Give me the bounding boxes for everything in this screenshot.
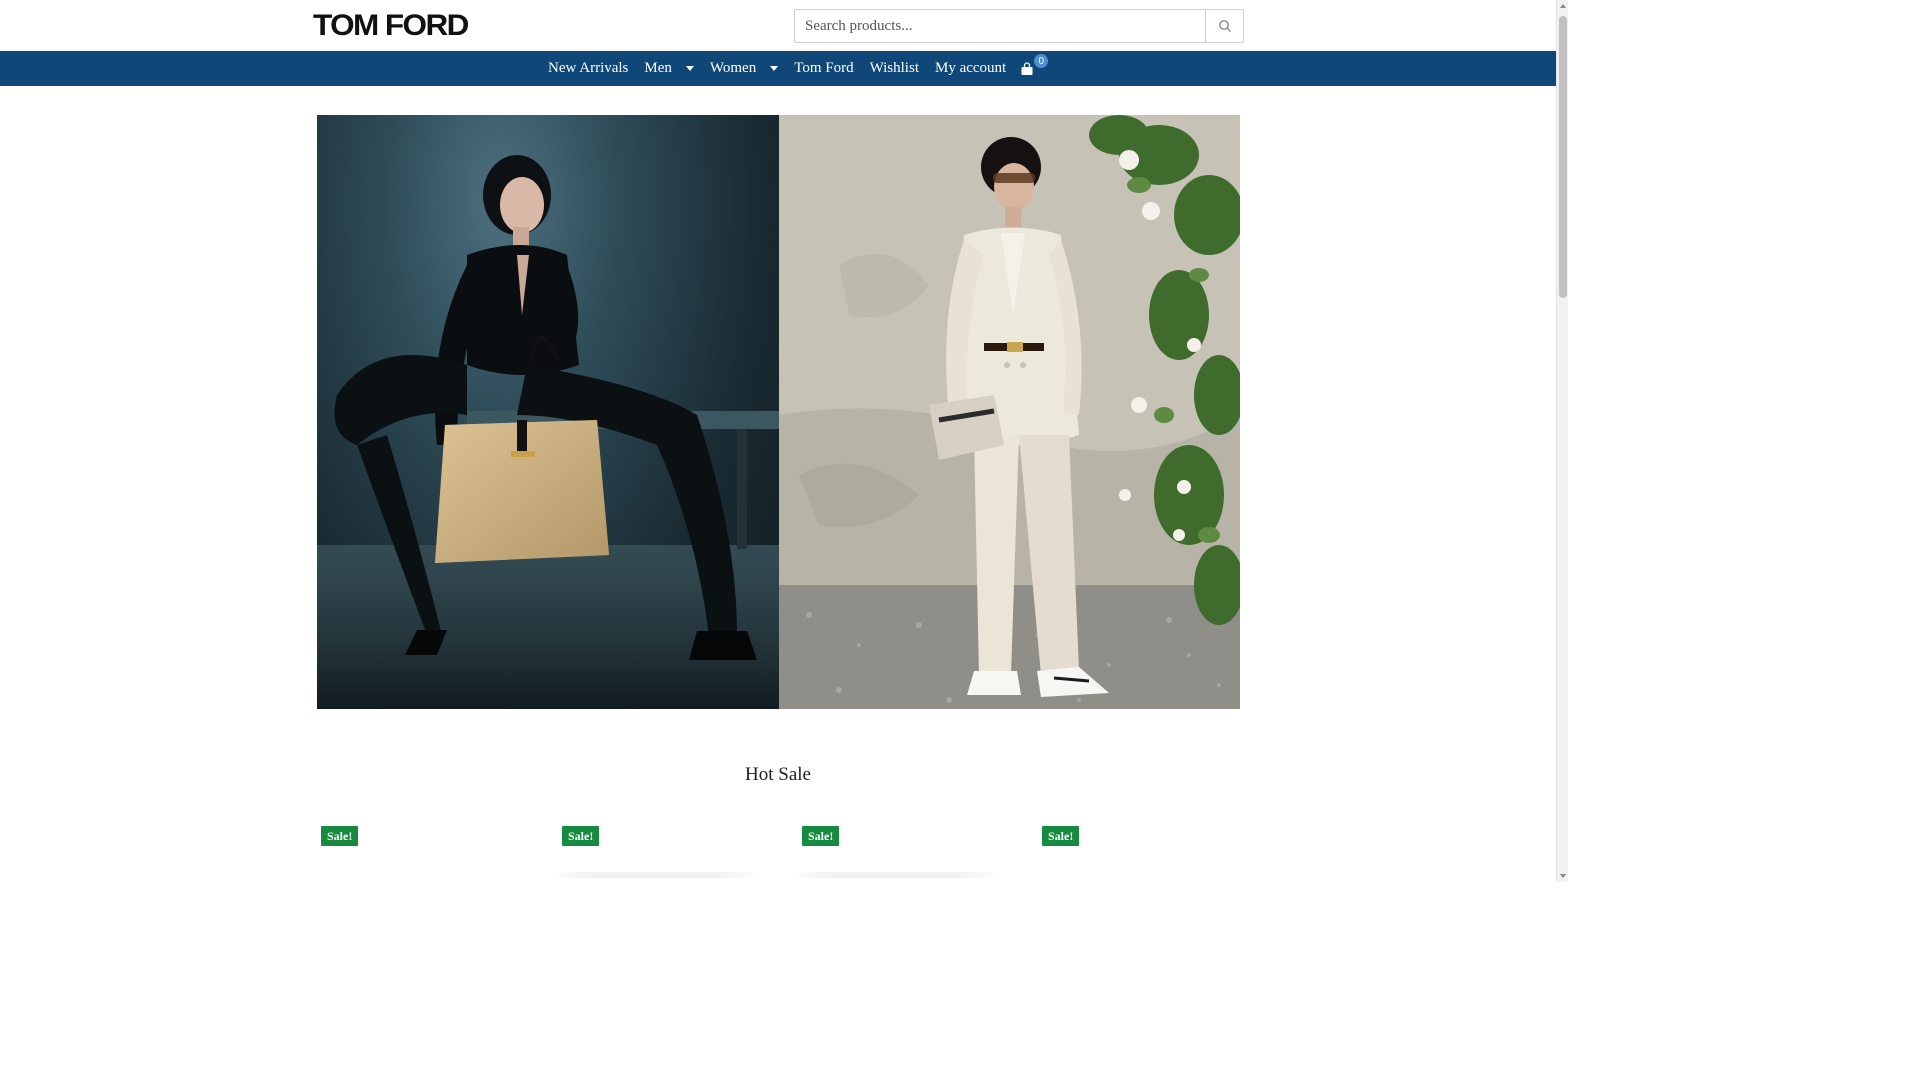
nav-item-label: Wishlist <box>869 60 919 76</box>
nav-item-new-arrivals[interactable]: New Arrivals <box>540 60 636 77</box>
product-image[interactable] <box>790 872 1000 878</box>
nav-item-women[interactable]: Women <box>702 60 786 77</box>
nav-item-label: Men <box>644 60 672 76</box>
nav-item-tom-ford[interactable]: Tom Ford <box>786 60 861 77</box>
cart-count-badge: 0 <box>1034 54 1049 68</box>
shopping-bag-icon <box>1021 61 1033 75</box>
product-card[interactable]: Sale! <box>550 826 782 882</box>
site-header: TOM FORD <box>0 0 1556 51</box>
product-card[interactable]: Sale! <box>321 826 541 882</box>
product-image[interactable] <box>550 872 760 878</box>
scroll-down-arrow-icon[interactable] <box>1560 874 1566 878</box>
hero-image-left[interactable] <box>317 115 779 709</box>
sale-badge: Sale! <box>321 826 359 846</box>
sale-badge: Sale! <box>562 826 600 846</box>
nav-item-men[interactable]: Men <box>636 60 702 77</box>
caret-down-icon[interactable] <box>685 66 694 71</box>
section-title: Hot Sale <box>745 764 811 785</box>
nav-item-my-account[interactable]: My account <box>927 60 1014 77</box>
nav-item-label: Women <box>709 60 757 76</box>
nav-item-label: New Arrivals <box>548 60 629 76</box>
search-form <box>794 9 1244 43</box>
woman-with-tote-illustration <box>317 155 779 709</box>
nav-item-label: Tom Ford <box>794 60 854 76</box>
brand-logo[interactable]: TOM FORD <box>313 11 469 41</box>
search-button[interactable] <box>1205 10 1243 42</box>
product-card[interactable]: Sale! <box>1042 826 1262 882</box>
product-grid: Sale! Sale! Sale! Sale! <box>321 826 1241 882</box>
product-card[interactable]: Sale! <box>790 826 1022 882</box>
scroll-up-arrow-icon[interactable] <box>1560 4 1566 8</box>
man-in-white-suit-illustration <box>779 115 1240 709</box>
sale-badge: Sale! <box>1042 826 1080 846</box>
cart-button[interactable]: 0 <box>1020 51 1049 86</box>
search-input[interactable] <box>795 10 1205 42</box>
search-icon <box>1218 20 1231 32</box>
sale-badge: Sale! <box>802 826 840 846</box>
scrollbar-thumb[interactable] <box>1559 16 1567 298</box>
hero-banner[interactable] <box>317 115 1240 709</box>
nav-item-label: My account <box>934 60 1007 76</box>
vertical-scrollbar[interactable] <box>1556 0 1568 882</box>
caret-down-icon[interactable] <box>770 66 779 71</box>
main-navigation: New Arrivals Men Women Tom Ford Wishlist… <box>0 51 1556 86</box>
hero-image-right[interactable] <box>779 115 1240 709</box>
nav-item-wishlist[interactable]: Wishlist <box>862 60 927 77</box>
